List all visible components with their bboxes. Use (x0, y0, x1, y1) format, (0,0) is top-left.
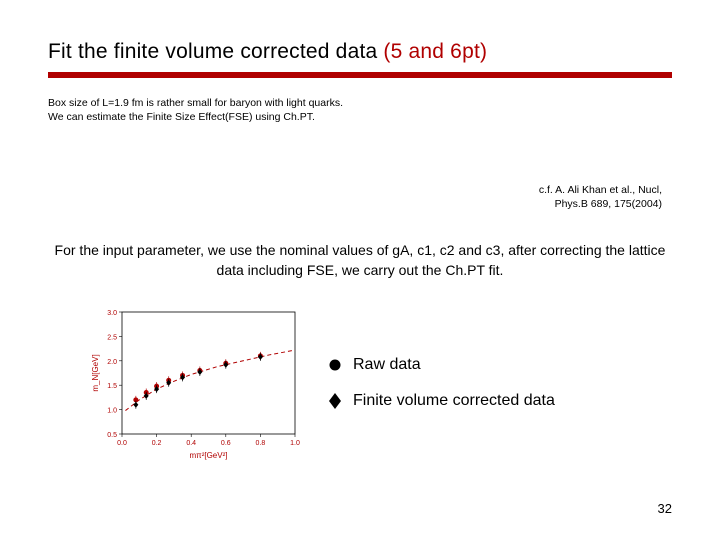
svg-text:2.5: 2.5 (107, 335, 117, 342)
diamond-icon (327, 393, 343, 409)
circle-icon (327, 358, 343, 372)
svg-text:0.0: 0.0 (117, 440, 127, 447)
box-size-note: Box size of L=1.9 fm is rather small for… (48, 96, 672, 124)
legend-fse: Finite volume corrected data (327, 392, 555, 410)
svg-text:0.8: 0.8 (256, 440, 266, 447)
legend-raw-label: Raw data (353, 356, 421, 374)
svg-text:0.4: 0.4 (186, 440, 196, 447)
svg-text:0.6: 0.6 (221, 440, 231, 447)
title-divider (48, 72, 672, 78)
slide-title: Fit the finite volume corrected data (5 … (48, 40, 672, 70)
legend-raw: Raw data (327, 356, 555, 374)
chart: 0.5 1.0 1.5 2.0 2.5 3.0 0.0 0.2 0.4 0.6 0.8 1.0 mπ²[… (88, 304, 303, 462)
legend-fse-label: Finite volume corrected data (353, 392, 555, 410)
svg-text:1.0: 1.0 (107, 408, 117, 415)
citation-line-2: Phys.B 689, 175(2004) (48, 198, 662, 212)
page-number: 32 (658, 501, 672, 516)
svg-text:3.0: 3.0 (107, 310, 117, 317)
chart-and-legend-row: 0.5 1.0 1.5 2.0 2.5 3.0 0.0 0.2 0.4 0.6 0.8 1.0 mπ²[… (48, 304, 672, 462)
note-line-1: Box size of L=1.9 fm is rather small for… (48, 96, 672, 110)
svg-text:2.0: 2.0 (107, 359, 117, 366)
slide: Fit the finite volume corrected data (5 … (0, 0, 720, 540)
svg-text:mπ²[GeV²]: mπ²[GeV²] (190, 451, 228, 460)
svg-text:0.5: 0.5 (107, 432, 117, 439)
title-paren: (5 and 6pt) (383, 40, 487, 63)
svg-text:0.2: 0.2 (152, 440, 162, 447)
svg-text:1.0: 1.0 (290, 440, 300, 447)
chart-svg: 0.5 1.0 1.5 2.0 2.5 3.0 0.0 0.2 0.4 0.6 0.8 1.0 mπ²[… (88, 304, 303, 462)
svg-text:m_N[GeV]: m_N[GeV] (91, 355, 100, 392)
body-paragraph: For the input parameter, we use the nomi… (48, 240, 672, 281)
citation: c.f. A. Ali Khan et al., Nucl, Phys.B 68… (48, 184, 672, 211)
title-main: Fit the finite volume corrected data (48, 40, 383, 63)
legend: Raw data Finite volume corrected data (327, 356, 555, 410)
note-line-2: We can estimate the Finite Size Effect(F… (48, 110, 672, 124)
citation-line-1: c.f. A. Ali Khan et al., Nucl, (48, 184, 662, 198)
svg-text:1.5: 1.5 (107, 383, 117, 390)
